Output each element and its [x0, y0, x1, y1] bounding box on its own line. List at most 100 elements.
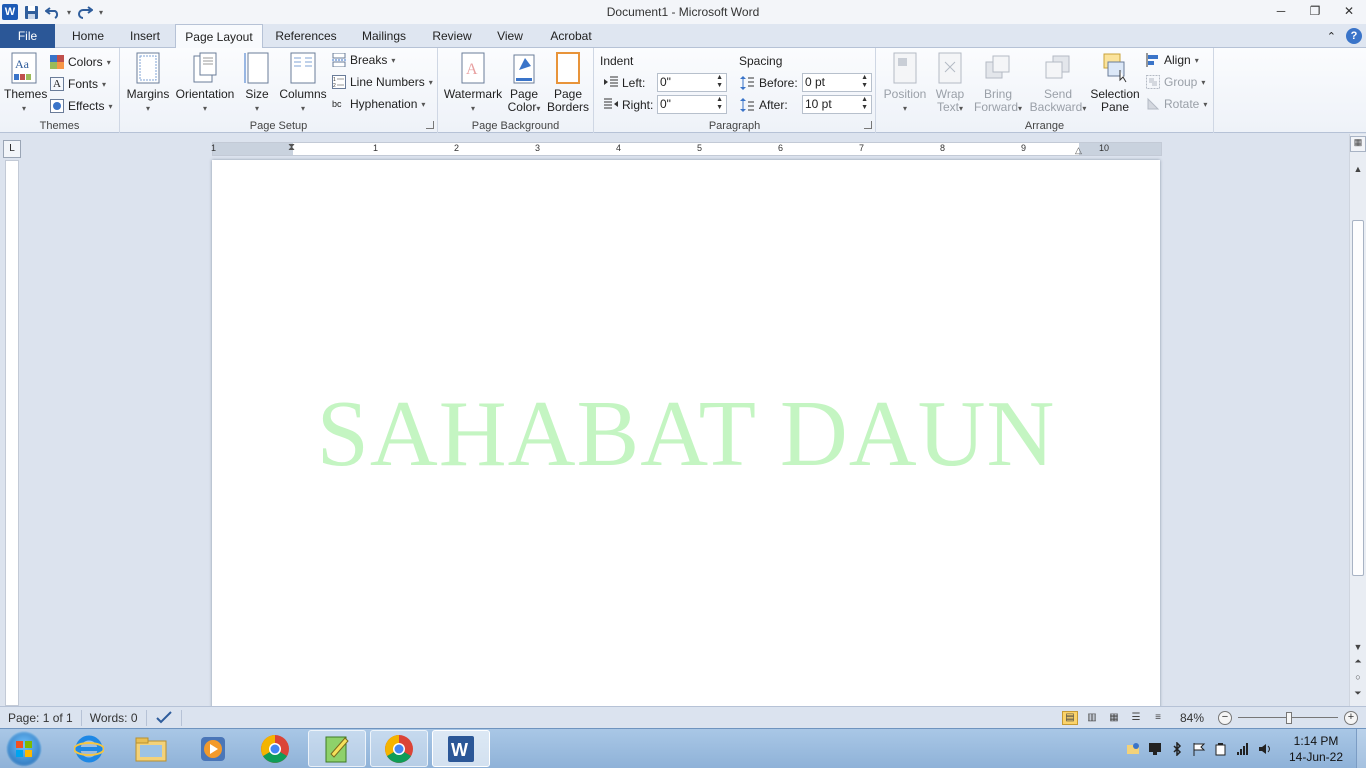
indent-left-input[interactable]: 0" ▲ ▼: [657, 73, 727, 92]
save-icon[interactable]: [24, 4, 39, 20]
vertical-ruler[interactable]: [5, 160, 19, 706]
position-button[interactable]: Position ▾: [880, 52, 930, 115]
tab-file[interactable]: File: [0, 24, 55, 48]
left-indent-marker-icon[interactable]: ⧗: [288, 142, 295, 153]
bring-forward-button[interactable]: Bring Forward▾: [970, 52, 1026, 115]
indent-left-spinner-icon[interactable]: ▲ ▼: [716, 74, 723, 90]
horizontal-ruler[interactable]: 1 1 2 3 4 5 6 7 8 9 10 ⧗ △: [211, 142, 1162, 156]
internet-explorer-icon[interactable]: [60, 730, 118, 767]
network-monitor-icon[interactable]: [1148, 742, 1162, 756]
selection-pane-button[interactable]: Selection Pane: [1090, 52, 1140, 114]
watermark-button[interactable]: A Watermark ▾: [442, 52, 504, 115]
close-button[interactable]: ✕: [1332, 0, 1366, 22]
tab-home[interactable]: Home: [62, 24, 114, 48]
minimize-button[interactable]: ─: [1264, 0, 1298, 22]
themes-button[interactable]: Aa Themes ▾: [4, 52, 47, 115]
align-button[interactable]: Align ▾: [1146, 50, 1199, 70]
hyphenation-button[interactable]: bc Hyphenation ▾: [332, 94, 425, 114]
undo-dropdown-icon[interactable]: ▾: [67, 8, 71, 17]
colors-button[interactable]: Colors ▾: [50, 52, 111, 72]
minimize-ribbon-icon[interactable]: ⌃: [1327, 30, 1336, 43]
show-desktop-button[interactable]: [1356, 729, 1366, 768]
scroll-down-icon[interactable]: ▼: [1350, 642, 1366, 652]
media-player-icon[interactable]: [184, 730, 242, 767]
action-center-flag-icon[interactable]: [1192, 742, 1206, 756]
effects-button[interactable]: Effects ▾: [50, 96, 112, 116]
help-icon[interactable]: ?: [1346, 28, 1362, 44]
line-numbers-button[interactable]: 12 Line Numbers ▾: [332, 72, 433, 92]
right-indent-marker-icon[interactable]: △: [1075, 145, 1082, 156]
word-count[interactable]: Words: 0: [82, 709, 147, 726]
tab-mailings[interactable]: Mailings: [352, 24, 416, 48]
wrap-text-button[interactable]: Wrap Text▾: [932, 52, 968, 115]
undo-icon[interactable]: [45, 4, 61, 20]
tab-references[interactable]: References: [269, 24, 343, 48]
tab-selector[interactable]: L: [3, 140, 21, 158]
restore-button[interactable]: ❐: [1298, 0, 1332, 22]
send-backward-button[interactable]: Send Backward▾: [1026, 52, 1090, 115]
signal-icon[interactable]: [1236, 742, 1250, 756]
zoom-slider-handle[interactable]: [1286, 712, 1292, 724]
clock[interactable]: 1:14 PM 14-Jun-22: [1276, 733, 1356, 765]
page-borders-button[interactable]: Page Borders: [546, 52, 590, 114]
scrollbar-thumb[interactable]: [1352, 220, 1364, 576]
indent-right-input[interactable]: 0" ▲ ▼: [657, 95, 727, 114]
margins-icon: [135, 52, 161, 84]
web-layout-view-icon[interactable]: ▦: [1106, 711, 1122, 725]
tab-view[interactable]: View: [488, 24, 532, 48]
redo-icon[interactable]: [77, 4, 94, 20]
zoom-in-button[interactable]: +: [1344, 711, 1358, 725]
tab-acrobat[interactable]: Acrobat: [542, 24, 600, 48]
page-color-button[interactable]: Page Color▾: [504, 52, 544, 115]
arrange-group: Position ▾ Wrap Text▾ Bring Forward▾ Send Ba…: [876, 48, 1214, 133]
start-button[interactable]: [6, 731, 42, 767]
previous-page-icon[interactable]: ⏶: [1350, 656, 1366, 667]
outline-view-icon[interactable]: ☰: [1128, 711, 1144, 725]
ribbon-tabs: File Home Insert Page Layout References …: [0, 24, 1366, 49]
zoom-out-button[interactable]: −: [1218, 711, 1232, 725]
spacing-before-spinner-icon[interactable]: ▲ ▼: [861, 74, 868, 90]
ruler-toggle-icon[interactable]: ▦: [1350, 136, 1366, 152]
scroll-up-icon[interactable]: ▲: [1350, 164, 1366, 174]
paragraph-launcher-icon[interactable]: [864, 121, 872, 129]
tab-page-layout[interactable]: Page Layout: [175, 24, 263, 49]
notepad-plus-icon[interactable]: [308, 730, 366, 767]
zoom-level[interactable]: 84%: [1172, 711, 1212, 725]
breaks-button[interactable]: Breaks ▾: [332, 50, 395, 70]
margins-button[interactable]: Margins ▾: [124, 52, 172, 115]
spacing-after-spinner-icon[interactable]: ▲ ▼: [861, 96, 868, 112]
chrome-icon[interactable]: [246, 730, 304, 767]
next-page-icon[interactable]: ⏷: [1350, 688, 1366, 699]
file-explorer-icon[interactable]: [122, 730, 180, 767]
rotate-button[interactable]: Rotate ▾: [1146, 94, 1207, 114]
indent-right-spinner-icon[interactable]: ▲ ▼: [716, 96, 723, 112]
full-screen-reading-view-icon[interactable]: ▥: [1084, 711, 1100, 725]
tab-review[interactable]: Review: [426, 24, 478, 48]
page-count[interactable]: Page: 1 of 1: [0, 709, 82, 726]
word-app-icon[interactable]: W: [2, 4, 18, 20]
spacing-before-input[interactable]: 0 pt ▲ ▼: [802, 73, 872, 92]
group-button[interactable]: Group ▾: [1146, 72, 1205, 92]
power-icon[interactable]: [1214, 742, 1228, 756]
columns-button[interactable]: Columns ▾: [278, 52, 328, 115]
vertical-scrollbar[interactable]: ▦ ▲ ▼ ⏶ ○ ⏷: [1349, 134, 1366, 706]
zoom-slider[interactable]: [1238, 711, 1338, 725]
update-icon[interactable]: [1126, 742, 1140, 756]
volume-icon[interactable]: [1258, 742, 1272, 756]
customize-qat-icon[interactable]: ▾: [99, 8, 103, 17]
page-setup-launcher-icon[interactable]: [426, 121, 434, 129]
tab-insert[interactable]: Insert: [120, 24, 170, 48]
draft-view-icon[interactable]: ≡: [1150, 711, 1166, 725]
print-layout-view-icon[interactable]: ▤: [1062, 711, 1078, 725]
bluetooth-icon[interactable]: [1170, 741, 1184, 757]
chrome-window-icon[interactable]: [370, 730, 428, 767]
browse-object-icon[interactable]: ○: [1350, 672, 1366, 682]
windows-logo-icon: [16, 741, 32, 757]
proofing-icon[interactable]: [147, 709, 182, 726]
fonts-button[interactable]: A Fonts ▾: [50, 74, 106, 94]
size-button[interactable]: Size ▾: [240, 52, 274, 115]
spacing-after-input[interactable]: 10 pt ▲ ▼: [802, 95, 872, 114]
word-taskbar-icon[interactable]: W: [432, 730, 490, 767]
orientation-button[interactable]: Orientation ▾: [174, 52, 236, 115]
document-page[interactable]: SAHABAT DAUN: [212, 160, 1160, 706]
